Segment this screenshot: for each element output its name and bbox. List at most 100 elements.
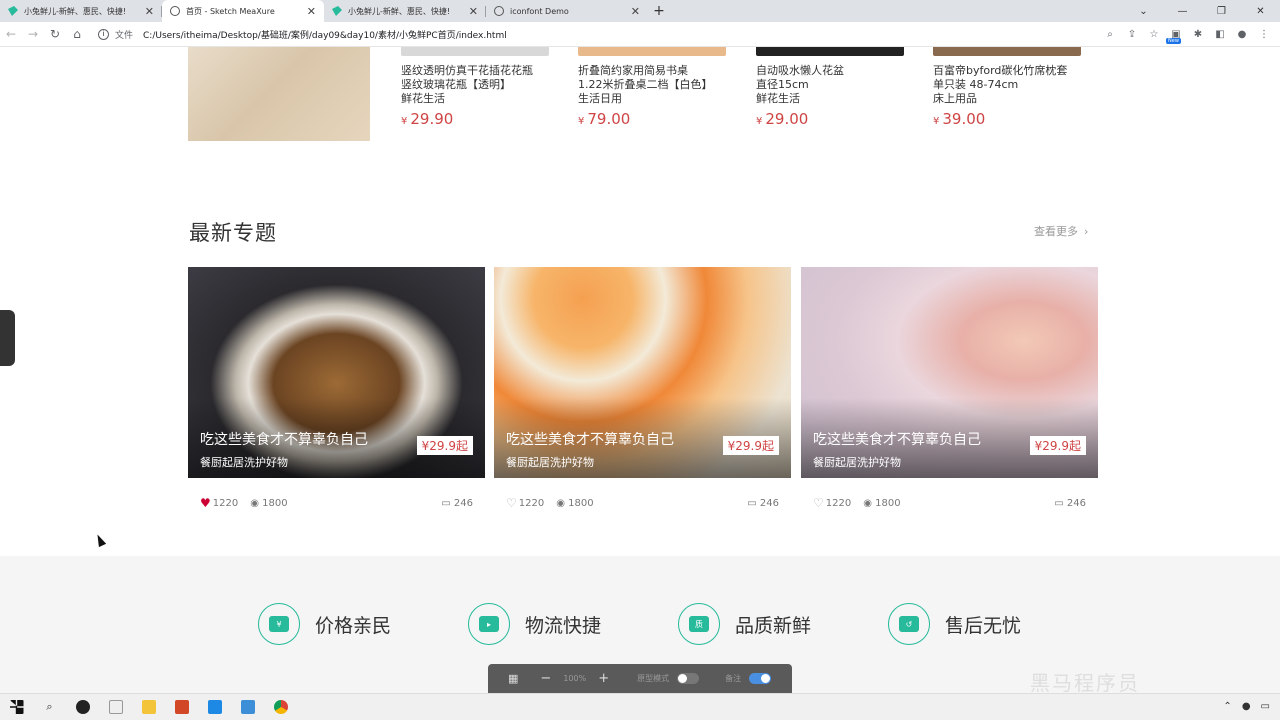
product-item[interactable]: 竖纹透明仿真干花插花花瓶 竖纹玻璃花瓶【透明】 鲜花生活 ¥29.90: [401, 47, 549, 128]
page-content: 竖纹透明仿真干花插花花瓶 竖纹玻璃花瓶【透明】 鲜花生活 ¥29.90 折叠简约…: [0, 47, 1280, 693]
side-panel-toggle[interactable]: [0, 310, 15, 366]
close-icon[interactable]: ✕: [145, 5, 154, 18]
search-icon[interactable]: ⌕: [33, 694, 66, 721]
browser-tab[interactable]: 小兔鲜儿-新鲜、惠民、快捷! ✕: [0, 0, 162, 22]
product-name[interactable]: 自动吸水懒人花盆 直径15cm 鲜花生活: [756, 64, 904, 106]
heart-icon[interactable]: ♡: [506, 496, 517, 510]
chrome-icon[interactable]: [264, 694, 297, 721]
product-item[interactable]: 折叠简约家用简易书桌 1.22米折叠桌二档【白色】 生活日用 ¥79.00: [578, 47, 726, 128]
zoom-in-button[interactable]: +: [598, 671, 609, 686]
comment-count[interactable]: ▭ 246: [441, 498, 473, 509]
quality-icon: 质: [678, 603, 720, 645]
file-explorer-icon[interactable]: [132, 694, 165, 721]
tab-title: 小兔鲜儿-新鲜、惠民、快捷!: [348, 6, 451, 16]
home-button[interactable]: ⌂: [66, 23, 88, 45]
product-name[interactable]: 竖纹透明仿真干花插花花瓶 竖纹玻璃花瓶【透明】 鲜花生活: [401, 64, 549, 106]
view-count: 1800: [568, 497, 594, 509]
product-item[interactable]: 自动吸水懒人花盆 直径15cm 鲜花生活 ¥29.00: [756, 47, 904, 128]
notes-toggle[interactable]: [749, 673, 772, 684]
close-icon[interactable]: ✕: [307, 5, 316, 18]
browser-tab[interactable]: 小兔鲜儿-新鲜、惠民、快捷! ✕: [324, 0, 486, 22]
product-image[interactable]: [401, 47, 549, 56]
product-item[interactable]: 百富帝byford碳化竹席枕套 单只装 48-74cm 床上用品 ¥39.00: [933, 47, 1081, 128]
browser-tab-strip: 小兔鲜儿-新鲜、惠民、快捷! ✕ 首页 - Sketch MeaXure ✕ 小…: [0, 0, 1280, 22]
product-price: ¥79.00: [578, 110, 631, 128]
typora-icon[interactable]: [99, 694, 132, 721]
feature-label: 物流快捷: [525, 614, 602, 637]
section-title: 最新专题: [189, 221, 277, 245]
vscode-icon[interactable]: [198, 694, 231, 721]
comment-count[interactable]: ▭ 246: [1054, 498, 1086, 509]
network-icon[interactable]: ▭: [1261, 701, 1270, 712]
windows-start-icon[interactable]: [0, 694, 33, 721]
obs-icon[interactable]: [66, 694, 99, 721]
info-icon[interactable]: i: [98, 28, 109, 40]
extension-new-icon[interactable]: ▣ New: [1166, 24, 1184, 44]
heart-icon[interactable]: ♡: [813, 496, 824, 510]
url-text[interactable]: C:/Users/itheima/Desktop/基础班/案例/day09&da…: [143, 28, 507, 41]
sidepanel-icon[interactable]: ◧: [1212, 24, 1228, 44]
back-button[interactable]: ←: [0, 23, 22, 45]
close-icon[interactable]: ✕: [469, 5, 478, 18]
window-controls: ⌄ — ❐ ✕: [1124, 0, 1280, 22]
banner-image[interactable]: [188, 47, 370, 141]
close-window-button[interactable]: ✕: [1241, 0, 1280, 22]
reload-button[interactable]: ↻: [44, 23, 66, 45]
topic-title: 吃这些美食才不算辜负自己: [813, 432, 981, 448]
minimize-button[interactable]: —: [1163, 0, 1202, 22]
truck-icon: ▸: [468, 603, 510, 645]
globe-icon: [494, 6, 504, 16]
tab-search-icon[interactable]: ⌄: [1124, 0, 1163, 22]
product-name[interactable]: 折叠简约家用简易书桌 1.22米折叠桌二档【白色】 生活日用: [578, 64, 726, 106]
chevron-up-icon[interactable]: ⌃: [1223, 701, 1231, 712]
forward-button[interactable]: →: [22, 23, 44, 45]
powerpoint-icon[interactable]: [165, 694, 198, 721]
profile-avatar[interactable]: ●: [1234, 24, 1250, 44]
globe-icon: [170, 6, 180, 16]
mode-label: 原型模式: [637, 674, 670, 683]
rabbit-icon: [8, 6, 18, 16]
address-label: 文件: [115, 30, 134, 41]
comment-count[interactable]: ▭ 246: [747, 498, 779, 509]
browser-tab[interactable]: iconfont Demo ✕: [486, 0, 648, 22]
prototype-toolbar: ▦ − 100% + 原型模式 备注: [488, 664, 792, 693]
view-count: 1800: [262, 497, 288, 509]
product-price: ¥29.00: [756, 110, 809, 128]
toolbar-actions: ⌕ ⇪ ☆ ▣ New ✱ ◧ ● ⋮: [1102, 24, 1272, 44]
product-image[interactable]: [933, 47, 1081, 56]
topic-card[interactable]: 吃这些美食才不算辜负自己 餐厨起居洗护好物 ¥29.9起: [801, 267, 1098, 478]
zoom-out-button[interactable]: −: [540, 671, 551, 686]
editor-icon[interactable]: [231, 694, 264, 721]
sitemap-icon[interactable]: ▦: [508, 672, 518, 685]
like-count: 1220: [212, 497, 239, 509]
mouse-cursor: [93, 532, 107, 548]
app-tray-icon[interactable]: ●: [1242, 701, 1251, 712]
view-count: 1800: [875, 497, 901, 509]
share-icon[interactable]: ⇪: [1124, 24, 1140, 44]
browser-tab-active[interactable]: 首页 - Sketch MeaXure ✕: [162, 0, 324, 22]
eye-icon: ◉: [556, 497, 565, 509]
heart-icon[interactable]: ♥: [200, 496, 211, 510]
zoom-icon[interactable]: ⌕: [1102, 24, 1118, 44]
view-more-link[interactable]: 查看更多 ›: [1034, 223, 1088, 239]
product-price: ¥39.00: [933, 110, 986, 128]
new-tab-button[interactable]: +: [648, 0, 670, 22]
extensions-icon[interactable]: ✱: [1190, 24, 1206, 44]
product-image[interactable]: [756, 47, 904, 56]
topic-stats: ♥ 1220 ◉ 1800 ▭ 246: [188, 496, 485, 510]
restore-button[interactable]: ❐: [1202, 0, 1241, 22]
product-name[interactable]: 百富帝byford碳化竹席枕套 单只装 48-74cm 床上用品: [933, 64, 1081, 106]
rabbit-icon: [332, 6, 342, 16]
address-bar[interactable]: i 文件 C:/Users/itheima/Desktop/基础班/案例/day…: [98, 28, 507, 41]
mode-toggle[interactable]: [677, 673, 700, 684]
bookmark-star-icon[interactable]: ☆: [1146, 24, 1162, 44]
menu-icon[interactable]: ⋮: [1256, 24, 1272, 44]
tab-title: 首页 - Sketch MeaXure: [186, 6, 275, 16]
product-image[interactable]: [578, 47, 726, 56]
topic-card[interactable]: 吃这些美食才不算辜负自己 餐厨起居洗护好物 ¥29.9起: [494, 267, 791, 478]
feature-label: 售后无忧: [945, 614, 1022, 637]
close-icon[interactable]: ✕: [631, 5, 640, 18]
topic-card[interactable]: 吃这些美食才不算辜负自己 餐厨起居洗护好物 ¥29.9起: [188, 267, 485, 478]
tab-title: iconfont Demo: [510, 6, 569, 16]
feature-item: ↺ 售后无忧: [888, 603, 1021, 645]
